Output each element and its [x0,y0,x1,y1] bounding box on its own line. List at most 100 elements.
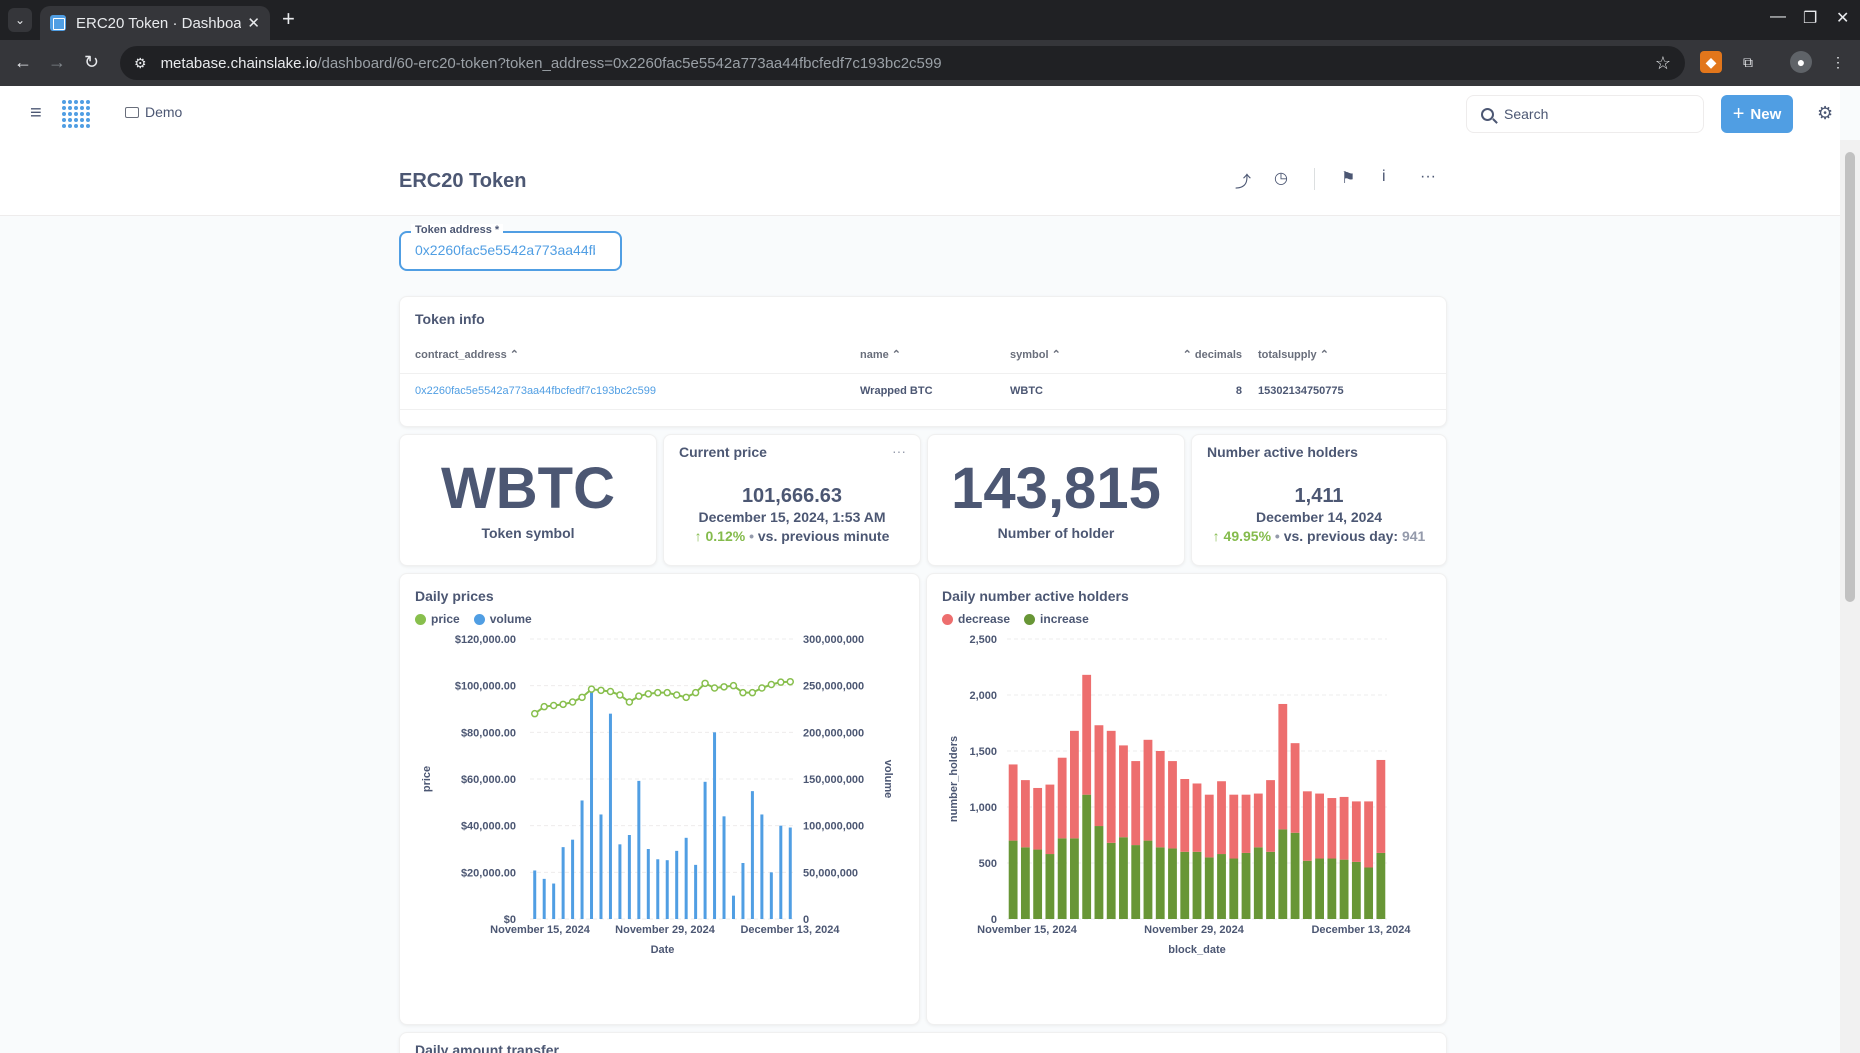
scrollbar[interactable] [1840,140,1860,1053]
forward-icon[interactable]: → [48,52,66,72]
increase-bar [1094,826,1104,919]
metamask-extension-icon[interactable]: ◆ [1700,51,1722,73]
decrease-bar [1119,745,1128,838]
tab-search-icon[interactable]: ⌄ [8,8,32,32]
column-header-decimals[interactable]: ⌃ decimals [1150,337,1250,374]
browser-tab[interactable]: ERC20 Token · Dashboard ✕ [40,6,270,40]
decrease-bar [1376,759,1386,853]
breadcrumb[interactable]: Demo [125,104,182,120]
close-tab-icon[interactable]: ✕ [247,14,260,32]
info-icon[interactable]: i [1382,168,1386,186]
increase-bar [1020,847,1030,919]
volume-bar [788,827,792,919]
url-field[interactable]: ⚙ metabase.chainslake.io/dashboard/60-er… [120,46,1685,80]
page-title[interactable]: ERC20 Token [399,170,526,193]
x-tick-label: November 29, 2024 [615,924,716,936]
column-header-name[interactable]: name ⌃ [860,337,1010,374]
increase-bar [1376,852,1386,919]
x-tick-label: November 29, 2024 [1144,924,1245,936]
y2-axis-label: volume [882,760,894,799]
more-icon[interactable]: ··· [1420,168,1436,186]
price-point [729,681,738,690]
volume-bar [571,839,575,919]
y-tick-label: 500 [979,858,997,870]
decrease-bar [1033,787,1043,850]
price-point [540,702,548,711]
volume-bar [533,870,537,919]
decrease-bar [1217,781,1226,855]
number-of-holder-card[interactable]: 143,815 Number of holder [927,434,1185,566]
increase-bar [1266,851,1275,919]
scalar-value: 143,815 [951,456,1161,521]
decrease-bar [1155,751,1165,848]
volume-bar [646,849,650,919]
price-point [701,679,709,688]
price-point [739,688,747,697]
url-path: /dashboard/60-erc20-token?token_address=… [317,54,942,72]
bookmark-star-icon[interactable]: ☆ [1655,53,1671,74]
volume-bar [618,844,622,919]
gear-icon[interactable]: ⚙ [1817,103,1833,124]
column-header-symbol[interactable]: symbol ⌃ [1010,337,1150,374]
new-button[interactable]: + New [1721,95,1793,133]
bookmark-icon[interactable]: ⚑ [1341,168,1355,188]
token-info-table: contract_address ⌃ name ⌃ symbol ⌃ ⌃ dec… [400,337,1446,410]
history-icon[interactable]: ◷ [1274,168,1288,188]
increase-bar [1070,838,1079,919]
minimize-icon[interactable]: — [1770,8,1786,26]
sidebar-toggle-icon[interactable]: ≡ [30,102,42,125]
price-point [654,688,662,697]
volume-bar [665,860,669,919]
profile-avatar[interactable]: ● [1790,51,1812,73]
scrollbar-thumb[interactable] [1845,152,1855,602]
app-top-nav: ≡ Demo Search + New ⚙ [0,86,1840,140]
price-point [578,693,586,702]
up-arrow-icon: ↑ [694,528,702,544]
browser-menu-icon[interactable]: ⋮ [1827,51,1849,73]
back-icon[interactable]: ← [14,52,32,72]
y-tick-label: $80,000.00 [461,727,516,739]
x-tick-label: December 13, 2024 [740,924,840,936]
y-tick-label: $120,000.00 [455,634,516,646]
restore-icon[interactable]: ❐ [1803,8,1817,28]
active-holders-card[interactable]: Number active holders 1,411 December 14,… [1191,434,1447,566]
decrease-bar [1082,674,1092,795]
card-menu-icon[interactable]: ··· [892,443,906,459]
increase-bar [1351,861,1361,919]
daily-amount-transfer-card[interactable]: Daily amount transfer [399,1032,1447,1053]
increase-bar [1082,794,1092,919]
volume-bar [675,850,679,919]
token-address-filter[interactable]: Token address * 0x2260fac5e5542a773aa44f… [399,224,622,271]
card-title: Token info [415,311,485,327]
decrease-bar [1253,793,1263,848]
volume-bar [722,816,726,919]
price-point [672,691,681,699]
cell-contract-address[interactable]: 0x2260fac5e5542a773aa44fbcfedf7c193bc2c5… [400,373,860,410]
decrease-bar [1278,703,1288,830]
share-icon[interactable]: ⤴ [1235,168,1251,192]
column-header-totalsupply[interactable]: totalsupply ⌃ [1250,337,1446,374]
extensions-icon[interactable]: ⧉ [1737,51,1759,73]
breadcrumb-demo[interactable]: Demo [145,104,182,120]
token-symbol-card[interactable]: WBTC Token symbol [399,434,657,566]
metabase-logo-icon[interactable] [62,100,90,128]
decrease-bar [1290,743,1300,833]
site-info-icon[interactable]: ⚙ [134,55,147,72]
close-window-icon[interactable]: ✕ [1836,8,1849,28]
price-point [777,678,785,686]
y-tick-label: $60,000.00 [461,774,516,786]
reload-icon[interactable]: ↻ [84,52,99,72]
x-tick-label: December 13, 2024 [1311,924,1411,936]
address-bar: ← → ↻ ⚙ metabase.chainslake.io/dashboard… [0,40,1860,86]
column-header-contract-address[interactable]: contract_address ⌃ [400,337,860,374]
current-price-card[interactable]: Current price ··· 101,666.63 December 15… [663,434,921,566]
search-input[interactable]: Search [1466,95,1704,133]
volume-bar [580,800,584,919]
daily-prices-card[interactable]: Daily prices price volume $0 $20,000.00 $4… [399,573,920,1025]
increase-bar [1131,845,1141,919]
increase-bar [1057,838,1067,919]
filter-value[interactable]: 0x2260fac5e5542a773aa44fbcfedf7c193bc2c5… [415,242,595,258]
new-tab-icon[interactable]: + [282,8,295,30]
price-point [758,684,766,692]
daily-active-holders-card[interactable]: Daily number active holders decrease inc… [926,573,1447,1025]
